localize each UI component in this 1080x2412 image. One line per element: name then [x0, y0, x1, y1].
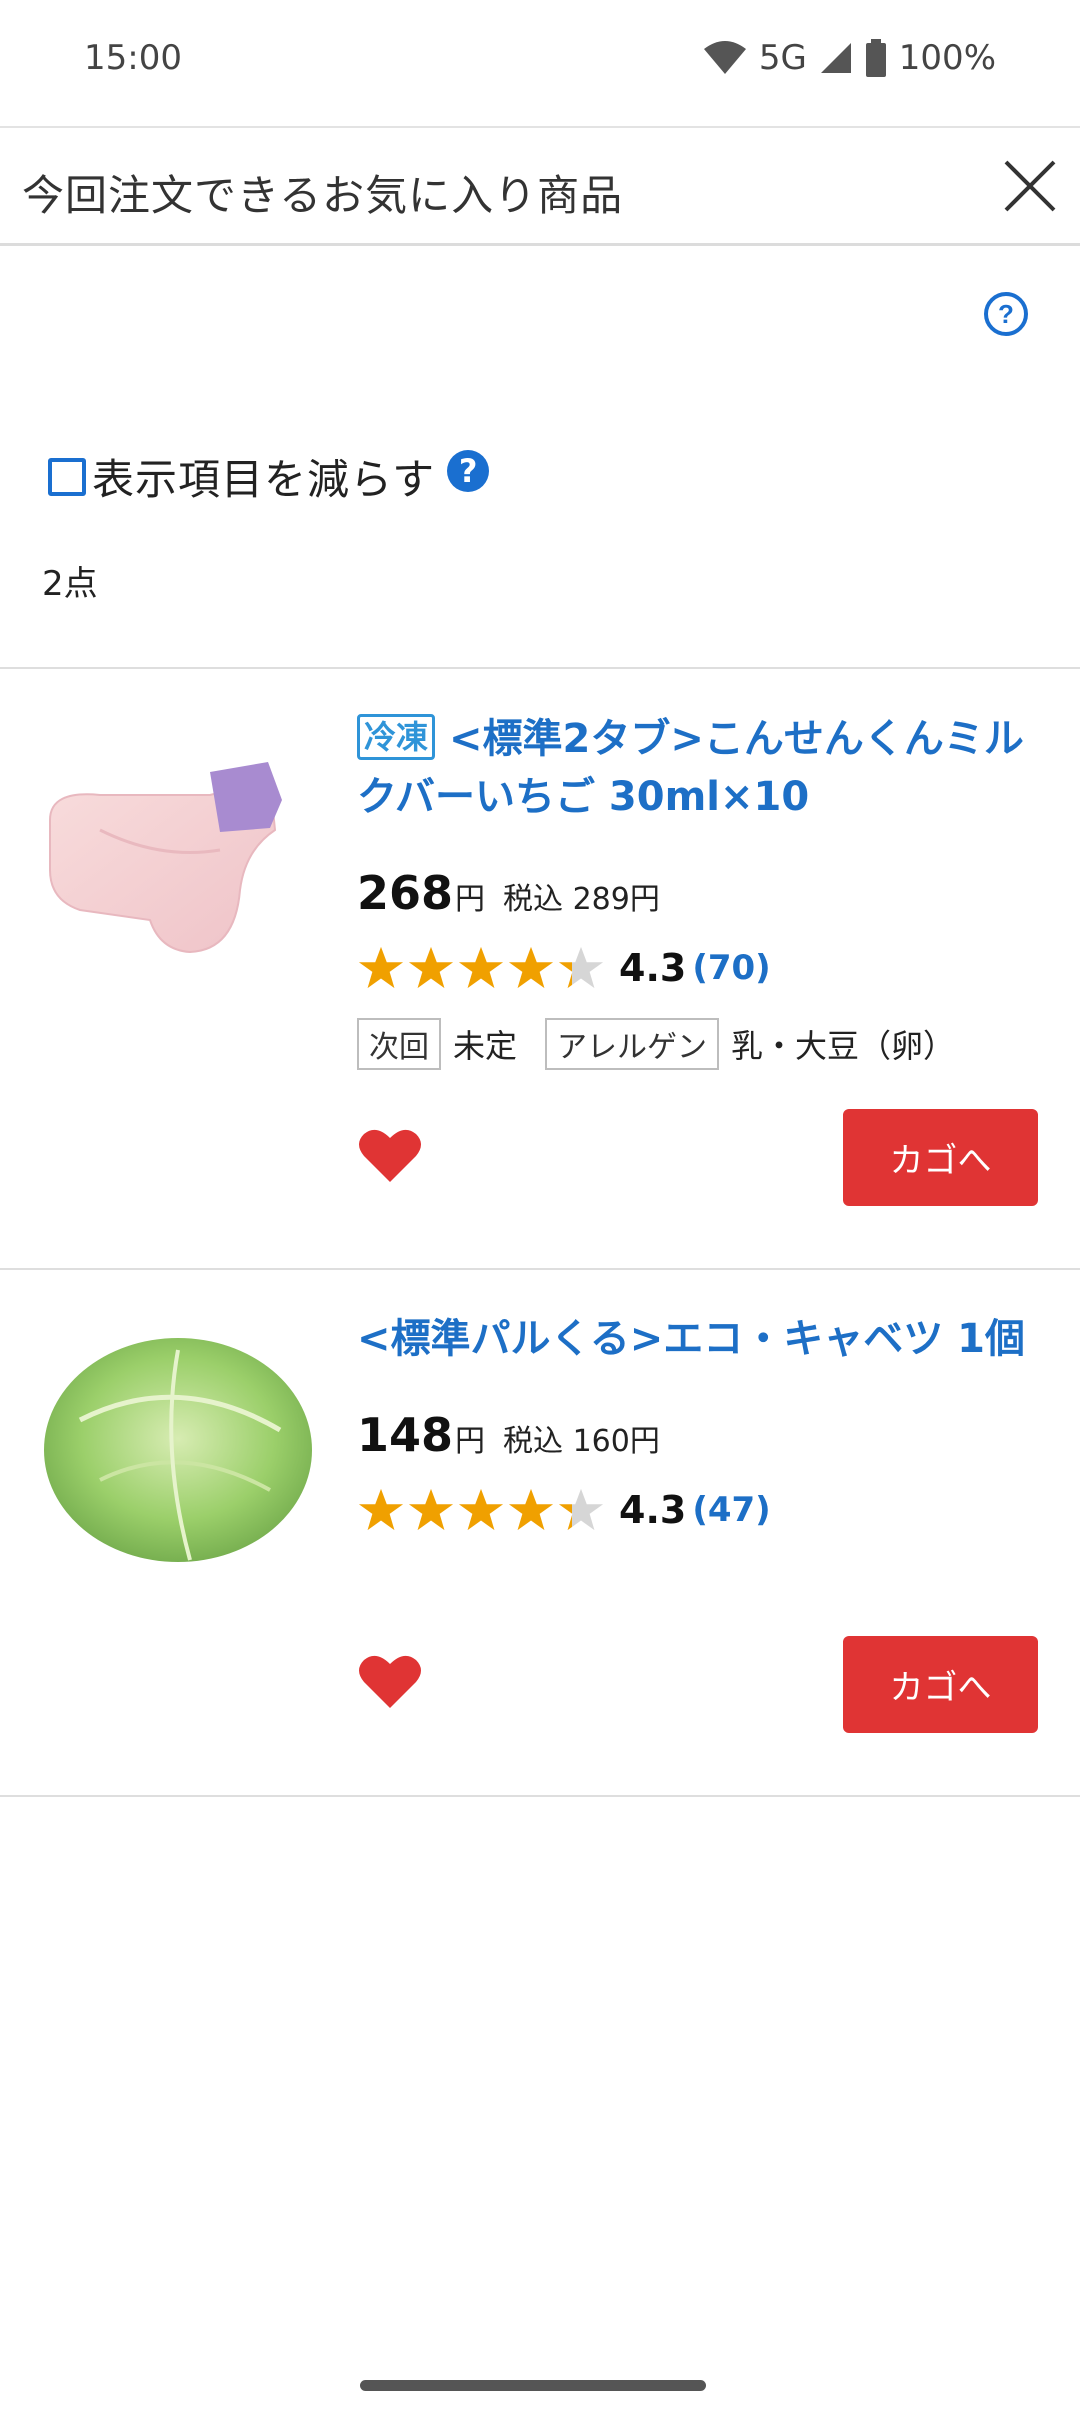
reduce-help-icon[interactable]: ? — [447, 449, 490, 492]
review-count-link[interactable]: (47) — [692, 1490, 770, 1530]
wifi-icon — [703, 41, 746, 74]
allergen-value: 乳・大豆（卵） — [731, 1027, 956, 1065]
star-icon — [558, 1488, 604, 1531]
rating-value: 4.3 — [619, 946, 687, 990]
product-image-socks[interactable] — [40, 720, 316, 996]
rating-row: 4.3 (70) — [357, 940, 1047, 996]
product-title-text[interactable]: <標準2タブ>こんせんくんミルクバーいちご 30ml×10 — [357, 716, 1024, 820]
add-to-cart-button[interactable]: カゴへ — [843, 1109, 1038, 1206]
price-currency: 円 — [455, 882, 486, 917]
question-circle-icon: ? — [984, 292, 1028, 336]
rating-row: 4.3 (47) — [357, 1482, 1047, 1538]
product-image-cabbage[interactable] — [40, 1310, 316, 1586]
rating-value: 4.3 — [619, 1488, 687, 1532]
star-rating — [357, 1486, 605, 1534]
price-row: 148 円 税込 160円 — [357, 1408, 1047, 1462]
favorite-heart-icon[interactable] — [358, 1652, 422, 1710]
reduce-items-checkbox[interactable] — [48, 457, 86, 496]
close-icon — [1004, 160, 1056, 212]
star-icon — [408, 1488, 454, 1531]
home-indicator[interactable] — [360, 2380, 706, 2391]
price-tax-included: 税込 289円 — [503, 882, 660, 917]
star-icon — [358, 946, 404, 989]
page-title: 今回注文できるお気に入り商品 — [22, 171, 624, 220]
product-info: 冷凍 <標準2タブ>こんせんくんミルクバーいちご 30ml×10 268 円 税込… — [357, 710, 1047, 1070]
close-button[interactable] — [1000, 156, 1060, 216]
network-label: 5G — [758, 38, 807, 78]
product-title[interactable]: 冷凍 <標準2タブ>こんせんくんミルクバーいちご 30ml×10 — [357, 710, 1047, 826]
price-tax-included: 税込 160円 — [503, 1424, 660, 1459]
star-rating — [357, 944, 605, 992]
signal-icon — [820, 43, 851, 73]
star-icon — [358, 1488, 404, 1531]
star-icon — [408, 946, 454, 989]
divider — [0, 1268, 1080, 1270]
reduce-items-label[interactable]: 表示項目を減らす — [92, 446, 435, 507]
status-time: 15:00 — [84, 38, 182, 78]
price: 148 — [357, 1408, 454, 1462]
product-info: <標準パルくる>エコ・キャベツ 1個 148 円 税込 160円 4.3 (47… — [357, 1310, 1047, 1538]
svg-text:?: ? — [998, 299, 1014, 329]
star-icon — [508, 946, 554, 989]
product-title[interactable]: <標準パルくる>エコ・キャベツ 1個 — [357, 1310, 1047, 1368]
divider — [0, 667, 1080, 669]
next-value: 未定 — [453, 1027, 518, 1065]
meta-row: 次回 未定 アレルゲン 乳・大豆（卵） — [357, 1018, 1047, 1070]
add-to-cart-button[interactable]: カゴへ — [843, 1636, 1038, 1733]
battery-icon — [865, 39, 886, 77]
status-icons: 5G 100% — [703, 38, 996, 78]
star-icon — [458, 1488, 504, 1531]
price-row: 268 円 税込 289円 — [357, 866, 1047, 920]
status-bar: 15:00 5G 100% — [0, 0, 1080, 126]
reduce-items-row: 表示項目を減らす ? — [48, 446, 490, 507]
price-currency: 円 — [455, 1424, 486, 1459]
help-button[interactable]: ? — [982, 290, 1030, 338]
page-header: 今回注文できるお気に入り商品 — [0, 126, 1080, 246]
frozen-badge: 冷凍 — [357, 714, 436, 760]
review-count-link[interactable]: (70) — [692, 948, 770, 988]
star-icon — [458, 946, 504, 989]
allergen-label: アレルゲン — [545, 1018, 720, 1070]
divider — [0, 1795, 1080, 1797]
next-label: 次回 — [357, 1018, 441, 1070]
battery-level: 100% — [898, 38, 996, 78]
favorite-heart-icon[interactable] — [358, 1126, 422, 1184]
star-icon — [558, 946, 604, 989]
star-icon — [508, 1488, 554, 1531]
item-count: 2点 — [42, 564, 98, 604]
price: 268 — [357, 866, 454, 920]
